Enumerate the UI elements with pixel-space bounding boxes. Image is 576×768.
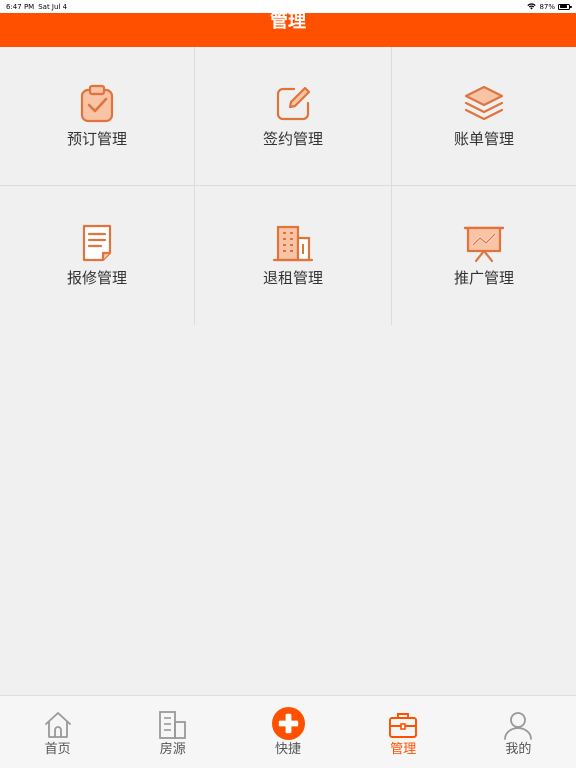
status-left: 6:47 PM Sat Jul 4 xyxy=(6,3,67,11)
battery-fill xyxy=(559,5,568,8)
home-icon xyxy=(44,712,71,738)
management-grid: 预订管理 签约管理 账单管理 报修管理 退租管理 推广管理 xyxy=(0,47,576,325)
tab-label: 我的 xyxy=(505,742,532,757)
battery-percent: 87% xyxy=(539,2,555,11)
grid-item-label: 报修管理 xyxy=(66,269,127,287)
status-date: Sat Jul 4 xyxy=(38,2,68,11)
grid-item-contract[interactable]: 签约管理 xyxy=(195,47,392,186)
battery-icon xyxy=(558,3,572,10)
grid-item-repair[interactable]: 报修管理 xyxy=(0,186,195,325)
tab-home[interactable]: 首页 xyxy=(0,696,115,768)
grid-item-label: 推广管理 xyxy=(453,269,514,287)
grid-item-bill[interactable]: 账单管理 xyxy=(392,47,576,186)
layers-icon xyxy=(464,85,504,121)
nav-bar: 管理 xyxy=(0,13,576,47)
grid-item-label: 账单管理 xyxy=(453,130,514,148)
building-icon xyxy=(158,711,186,739)
document-icon xyxy=(82,224,112,262)
grid-item-booking[interactable]: 预订管理 xyxy=(0,47,195,186)
grid-item-promotion[interactable]: 推广管理 xyxy=(392,186,576,325)
presentation-chart-icon xyxy=(463,226,505,263)
page-title: 管理 xyxy=(270,13,306,32)
tab-quick[interactable]: 快捷 xyxy=(230,696,345,768)
user-icon xyxy=(504,712,533,740)
tab-profile[interactable]: 我的 xyxy=(461,696,576,768)
tab-label: 首页 xyxy=(44,742,71,757)
tab-listings[interactable]: 房源 xyxy=(115,696,230,768)
wifi-icon xyxy=(527,3,537,10)
plus-circle-icon xyxy=(271,706,305,741)
grid-item-label: 签约管理 xyxy=(262,130,323,148)
building-icon xyxy=(272,225,314,262)
tab-management[interactable]: 管理 xyxy=(346,696,461,768)
status-bar: 6:47 PM Sat Jul 4 87% xyxy=(0,0,576,13)
status-right: 87% xyxy=(527,2,572,11)
tab-bar: 首页 房源 快捷 管理 我的 xyxy=(0,695,576,768)
tab-label: 快捷 xyxy=(275,742,302,757)
status-time: 6:47 PM xyxy=(6,2,35,11)
briefcase-icon xyxy=(389,713,418,738)
grid-item-label: 退租管理 xyxy=(262,269,323,287)
clipboard-check-icon xyxy=(80,84,114,123)
grid-item-checkout[interactable]: 退租管理 xyxy=(195,186,392,325)
edit-icon xyxy=(276,86,311,121)
tab-label: 管理 xyxy=(390,742,417,757)
tab-label: 房源 xyxy=(159,742,186,757)
grid-item-label: 预订管理 xyxy=(66,130,127,148)
